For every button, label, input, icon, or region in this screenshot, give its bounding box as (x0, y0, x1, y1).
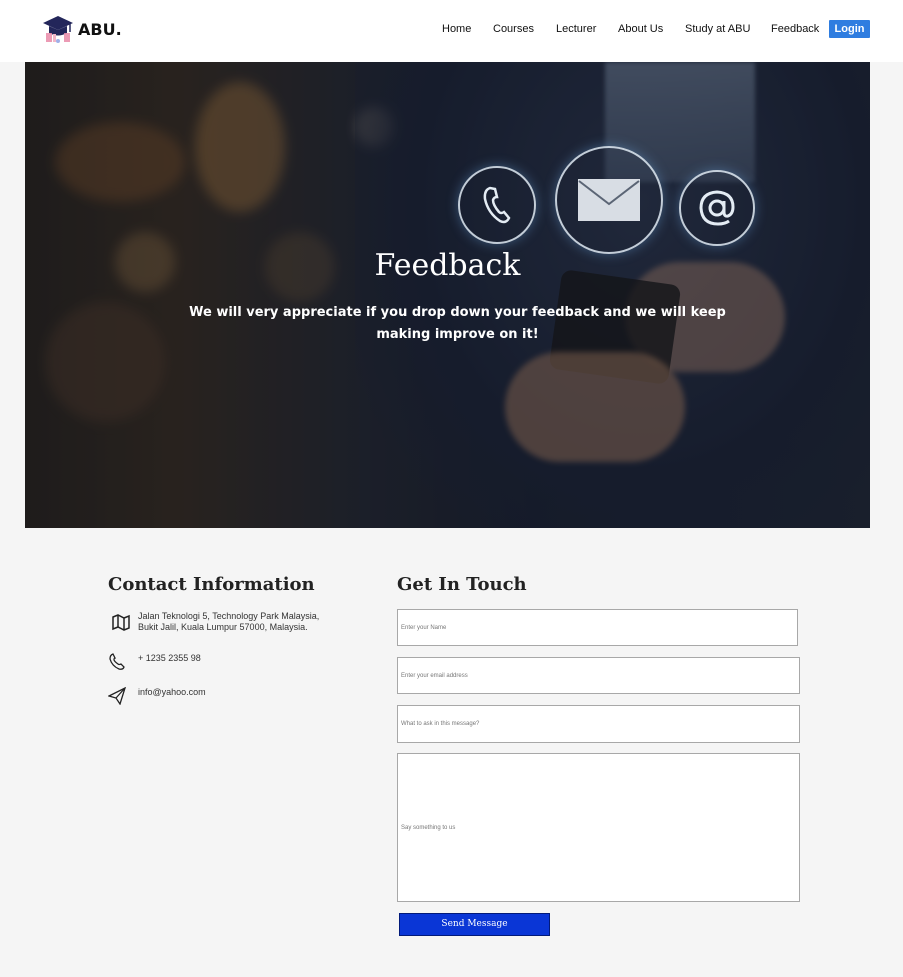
send-message-button[interactable]: Send Message (399, 913, 550, 936)
address-line-2: Bukit Jalil, Kuala Lumpur 57000, Malaysi… (138, 622, 308, 632)
nav-courses[interactable]: Courses (493, 23, 534, 35)
get-in-touch-heading: Get In Touch (397, 574, 527, 595)
name-placeholder: Enter your Name (401, 625, 447, 631)
address-line-1: Jalan Teknologi 5, Technology Park Malay… (138, 611, 320, 621)
email-placeholder: Enter your email address (401, 673, 468, 679)
map-icon (112, 614, 130, 631)
mail-icon (555, 146, 663, 254)
hero-banner: Feedback We will very appreciate if you … (25, 62, 870, 528)
message-placeholder: Say something to us (401, 825, 456, 831)
send-icon (108, 687, 126, 705)
nav-home[interactable]: Home (442, 23, 471, 35)
email-field[interactable]: Enter your email address (397, 657, 800, 694)
page-title: Feedback (374, 248, 521, 283)
address-text: Jalan Teknologi 5, Technology Park Malay… (138, 611, 319, 633)
nav-lecturer[interactable]: Lecturer (556, 23, 596, 35)
nav-study-at-abu[interactable]: Study at ABU (685, 23, 750, 35)
message-textarea[interactable]: Say something to us (397, 753, 800, 902)
nav-about-us[interactable]: About Us (618, 23, 663, 35)
subject-placeholder: What to ask in this message? (401, 721, 480, 727)
site-header: ABU. Home Courses Lecturer About Us Stud… (0, 0, 903, 62)
email-row: info@yahoo.com (108, 687, 206, 705)
main-nav: Home Courses Lecturer About Us Study at … (0, 22, 903, 40)
phone-icon (109, 653, 125, 670)
email-address: info@yahoo.com (138, 687, 206, 697)
subject-field[interactable]: What to ask in this message? (397, 705, 800, 743)
phone-number: + 1235 2355 98 (138, 653, 201, 663)
nav-feedback[interactable]: Feedback (771, 23, 819, 35)
phone-icon (458, 166, 536, 244)
phone-row: + 1235 2355 98 (108, 653, 201, 671)
login-button[interactable]: Login (829, 20, 870, 38)
at-icon (679, 170, 755, 246)
address-row: Jalan Teknologi 5, Technology Park Malay… (108, 611, 319, 633)
hero-subtitle: We will very appreciate if you drop down… (189, 305, 726, 342)
name-field[interactable]: Enter your Name (397, 609, 798, 646)
contact-info-heading: Contact Information (108, 574, 315, 595)
